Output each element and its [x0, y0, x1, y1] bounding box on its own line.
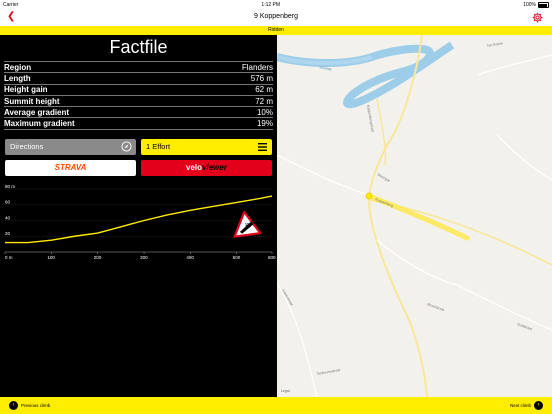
navigation-bar: ❮ 9 Koppenberg: [0, 10, 552, 26]
x-tick-label: 600: [268, 255, 276, 260]
fact-value: 62 m: [255, 85, 273, 95]
gear-icon[interactable]: [532, 12, 543, 23]
list-icon: [258, 143, 267, 151]
chevron-left-icon: ‹: [9, 401, 18, 410]
elevation-profile-chart: 20 40 60 80 m 0 m 100 200 300 400 500 600 19%: [4, 185, 276, 260]
map-label: Steengat: [377, 172, 391, 182]
previous-climb-label: Previous climb: [21, 403, 51, 408]
x-tick-label: 200: [94, 255, 102, 260]
road: [496, 134, 552, 181]
map-label: Koppenbergstraat: [366, 104, 375, 132]
map-canvas: Schelde Koppenberg Broekstraat Steengat …: [277, 35, 552, 397]
road: [376, 239, 458, 286]
river-schelde: [277, 41, 455, 109]
x-tick-label: 100: [47, 255, 55, 260]
fact-row-length: Length 576 m: [4, 72, 273, 83]
fact-row-average-gradient: Average gradient 10%: [4, 106, 273, 117]
road: [277, 282, 318, 397]
battery-icon: [537, 2, 549, 8]
elevation-line: [5, 195, 273, 244]
facts-table: Region Flanders Length 576 m Height gain…: [4, 61, 273, 130]
map-label: Tenbossestraat: [316, 368, 340, 376]
x-tick-label: 400: [186, 255, 194, 260]
road: [476, 54, 552, 76]
fact-value: 19%: [256, 119, 273, 129]
fact-label: Maximum gradient: [4, 119, 75, 129]
map-view[interactable]: Schelde Koppenberg Broekstraat Steengat …: [277, 35, 552, 397]
fact-row-height-gain: Height gain 62 m: [4, 83, 273, 95]
carrier-label: Carrier: [3, 2, 19, 8]
x-tick-label: 500: [233, 255, 241, 260]
fact-value: 72 m: [255, 96, 273, 106]
efforts-label: 1 Effort: [146, 142, 171, 151]
factfile-title: Factfile: [109, 37, 168, 57]
directions-label: Directions: [10, 142, 44, 151]
map-label: Ten Bosse: [486, 41, 503, 48]
fact-value: 10%: [256, 107, 273, 117]
y-tick-label: 20: [5, 231, 11, 236]
status-time: 1:12 PM: [261, 2, 281, 8]
fact-label: Region: [4, 62, 32, 72]
next-climb-label: Next climb: [509, 403, 531, 408]
map-label: Koppenberg: [375, 197, 394, 208]
ridden-ribbon: Ridden: [0, 26, 552, 35]
fact-label: Summit height: [4, 96, 60, 106]
y-tick-label: 60: [5, 200, 11, 205]
previous-climb-button[interactable]: ‹ Previous climb: [9, 401, 50, 410]
page-title: 9 Koppenberg: [254, 13, 298, 20]
fact-label: Average gradient: [4, 107, 70, 117]
x-tick-label: 0 m: [5, 255, 13, 260]
efforts-button[interactable]: 1 Effort: [141, 139, 272, 155]
climb-navigation-footer: ‹ Previous climb Next climb ›: [0, 397, 552, 414]
strava-button[interactable]: STRAVA: [5, 160, 136, 176]
veloviewer-logo-part1: velo: [186, 163, 203, 172]
gradient-warning-sign-icon: 19%: [233, 211, 262, 238]
y-tick-label: 40: [5, 215, 11, 220]
fact-label: Length: [4, 73, 31, 83]
status-bar: Carrier 1:12 PM 100%: [0, 0, 552, 10]
factfile-panel: Factfile Region Flanders Length 576 m He…: [0, 35, 277, 397]
fact-value: 576 m: [250, 73, 273, 83]
x-tick-label: 300: [140, 255, 148, 260]
battery-percent: 100%: [523, 2, 536, 8]
fact-row-summit-height: Summit height 72 m: [4, 94, 273, 106]
fact-label: Height gain: [4, 85, 48, 95]
road: [456, 284, 552, 331]
next-climb-button[interactable]: Next climb ›: [510, 401, 543, 410]
directions-button[interactable]: Directions: [5, 139, 136, 155]
road: [277, 154, 370, 196]
veloviewer-logo-part2: viewer: [202, 163, 227, 172]
status-right: 100%: [523, 2, 549, 8]
fact-value: Flanders: [241, 62, 273, 72]
map-legal-label[interactable]: Legal: [281, 389, 290, 393]
y-tick-label: 80 m: [5, 185, 15, 189]
map-label: Broekstraat: [427, 302, 445, 312]
fact-row-maximum-gradient: Maximum gradient 19%: [4, 117, 273, 130]
compass-icon: [121, 141, 132, 152]
chevron-right-icon: ›: [534, 401, 543, 410]
map-label: Zuidstraat: [517, 322, 533, 331]
veloviewer-button[interactable]: veloviewer: [141, 160, 272, 176]
fact-row-region: Region Flanders: [4, 61, 273, 72]
climb-start-marker[interactable]: [365, 192, 373, 200]
strava-logo: STRAVA: [54, 163, 87, 172]
